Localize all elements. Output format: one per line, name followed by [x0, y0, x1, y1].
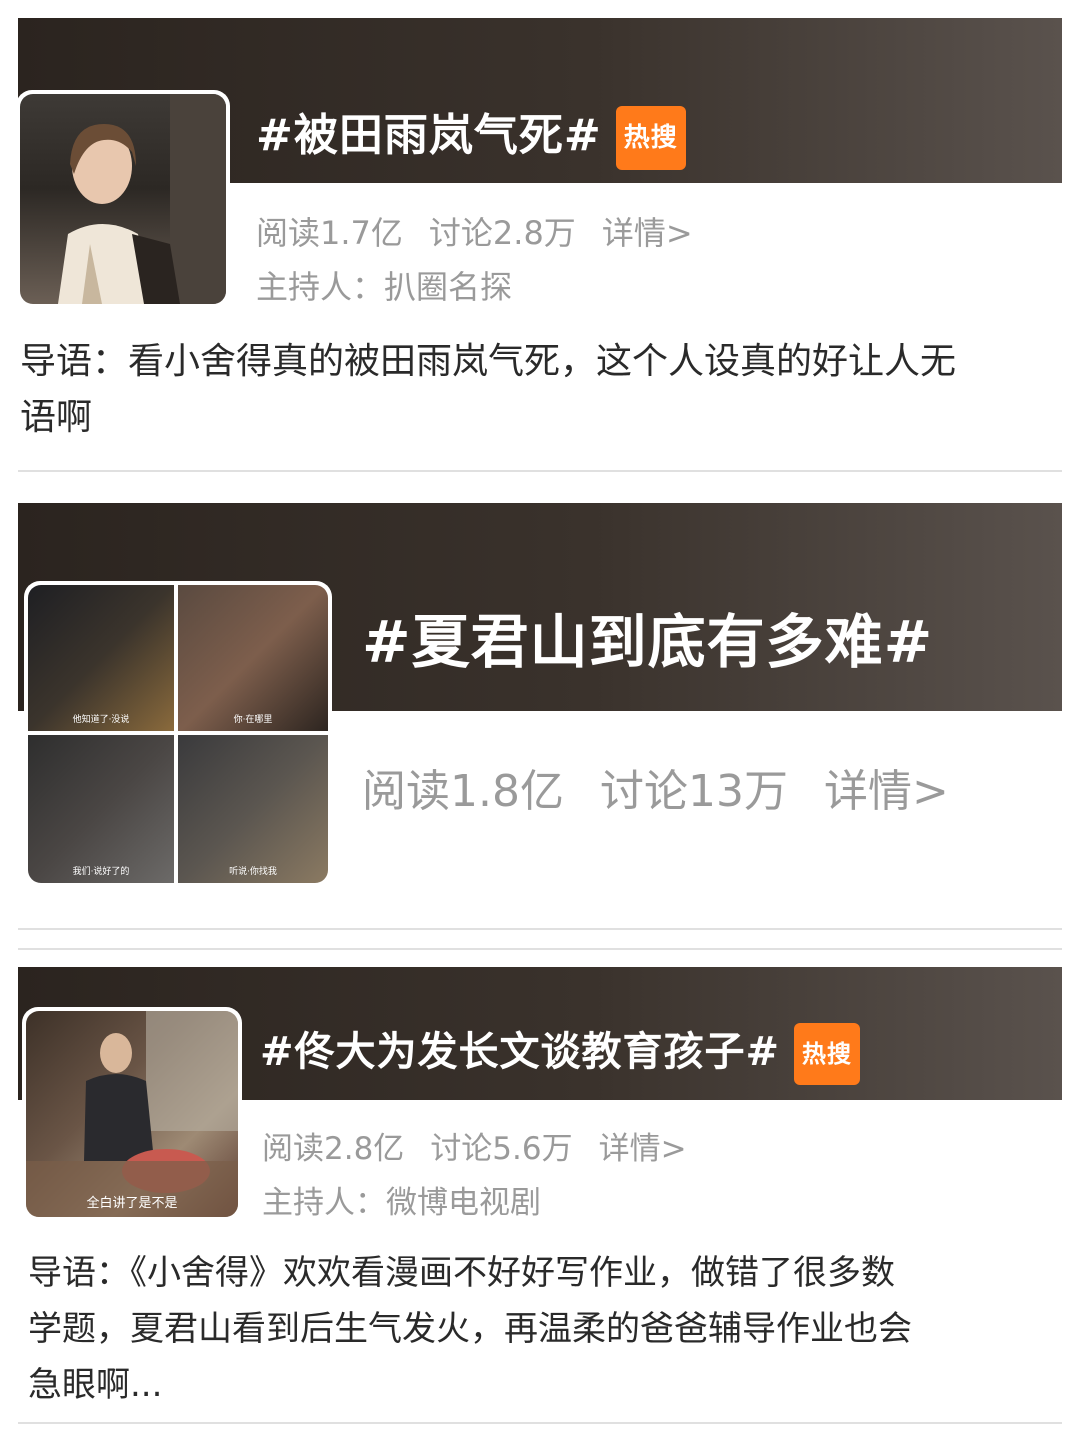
- discussion-count: 讨论13万: [599, 766, 788, 817]
- topic-stats: 阅读1.7亿 讨论2.8万 详情>: [256, 208, 719, 254]
- intro-line: 急眼啊...: [28, 1365, 163, 1405]
- topic-card-1[interactable]: #被田雨岚气死# 热搜 阅读1.7亿 讨论2.8万 详情> 主持人：扒圈名探 导语：看…: [16, 18, 1062, 470]
- topic-title[interactable]: #被田雨岚气死# 热搜: [256, 106, 686, 170]
- intro-line: 学题，夏君山看到后生气发火，再温柔的爸爸辅导作业也会: [28, 1309, 912, 1349]
- topic-intro: 导语：看小舍得真的被田雨岚气死，这个人设真的好让人无 语啊: [20, 334, 956, 446]
- grid-image-2: 你·在哪里: [178, 585, 328, 731]
- intro-line: 导语：看小舍得真的被田雨岚气死，这个人设真的好让人无: [20, 341, 957, 382]
- card-divider: [18, 928, 1062, 930]
- discussion-count: 讨论2.8万: [428, 214, 576, 252]
- hot-search-badge: 热搜: [794, 1023, 861, 1085]
- topic-host[interactable]: 主持人：扒圈名探: [256, 262, 512, 308]
- topic-title-text[interactable]: #夏君山到底有多难#: [362, 608, 933, 676]
- grid-image-caption: 他知道了·没说: [72, 715, 130, 725]
- topic-card-3[interactable]: 全白讲了是不是 #佟大为发长文谈教育孩子# 热搜 阅读2.8亿 讨论5.6万 详情> …: [18, 967, 1062, 1422]
- grid-image-3: 我们·说好了的: [28, 735, 174, 883]
- topic-thumbnail[interactable]: [16, 90, 230, 308]
- hot-search-badge: 热搜: [615, 106, 686, 170]
- topic-card-2[interactable]: 他知道了·没说 你·在哪里 我们·说好了的 听说·你找我 #夏君山到底有多难# …: [18, 503, 1062, 928]
- grid-image-caption: 我们·说好了的: [72, 867, 130, 877]
- grid-image-caption: 听说·你找我: [229, 867, 277, 877]
- topic-thumbnail-grid[interactable]: 他知道了·没说 你·在哪里 我们·说好了的 听说·你找我: [24, 581, 332, 887]
- card-divider: [18, 470, 1062, 472]
- read-count: 阅读1.7亿: [256, 214, 403, 252]
- details-link[interactable]: 详情>: [602, 214, 693, 252]
- grid-image-1: 他知道了·没说: [28, 585, 174, 731]
- grid-image-caption: 你·在哪里: [233, 715, 273, 725]
- topic-title-text[interactable]: #被田雨岚气死#: [256, 110, 602, 161]
- topic-title-text[interactable]: #佟大为发长文谈教育孩子#: [260, 1029, 780, 1075]
- father-scene-illustration: [26, 1011, 238, 1217]
- image-grid: 他知道了·没说 你·在哪里 我们·说好了的 听说·你找我: [28, 585, 328, 883]
- grid-image-4: 听说·你找我: [178, 735, 328, 883]
- card-divider: [18, 1422, 1062, 1424]
- details-link[interactable]: 详情>: [824, 766, 949, 817]
- topic-host[interactable]: 主持人：微博电视剧: [262, 1177, 541, 1222]
- topic-title[interactable]: #佟大为发长文谈教育孩子# 热搜: [260, 1023, 861, 1085]
- topic-intro: 导语：《小舍得》欢欢看漫画不好好写作业，做错了很多数 学题，夏君山看到后生气发火…: [28, 1245, 912, 1413]
- topic-title[interactable]: #夏君山到底有多难#: [362, 607, 933, 677]
- read-count: 阅读1.8亿: [362, 766, 564, 817]
- portrait-image: [20, 94, 226, 304]
- read-count: 阅读2.8亿: [262, 1131, 405, 1167]
- card-divider: [18, 948, 1062, 950]
- scene-image: 全白讲了是不是: [26, 1011, 238, 1217]
- intro-line: 导语：《小舍得》欢欢看漫画不好好写作业，做错了很多数: [28, 1253, 895, 1293]
- discussion-count: 讨论5.6万: [430, 1131, 573, 1167]
- details-link[interactable]: 详情>: [599, 1131, 687, 1167]
- intro-line: 语啊: [20, 397, 93, 438]
- topic-thumbnail[interactable]: 全白讲了是不是: [22, 1007, 242, 1221]
- topic-stats: 阅读1.8亿 讨论13万 详情>: [362, 755, 975, 819]
- scene-caption: 全白讲了是不是: [86, 1196, 178, 1211]
- woman-portrait-illustration: [58, 94, 226, 304]
- topic-stats: 阅读2.8亿 讨论5.6万 详情>: [262, 1123, 713, 1168]
